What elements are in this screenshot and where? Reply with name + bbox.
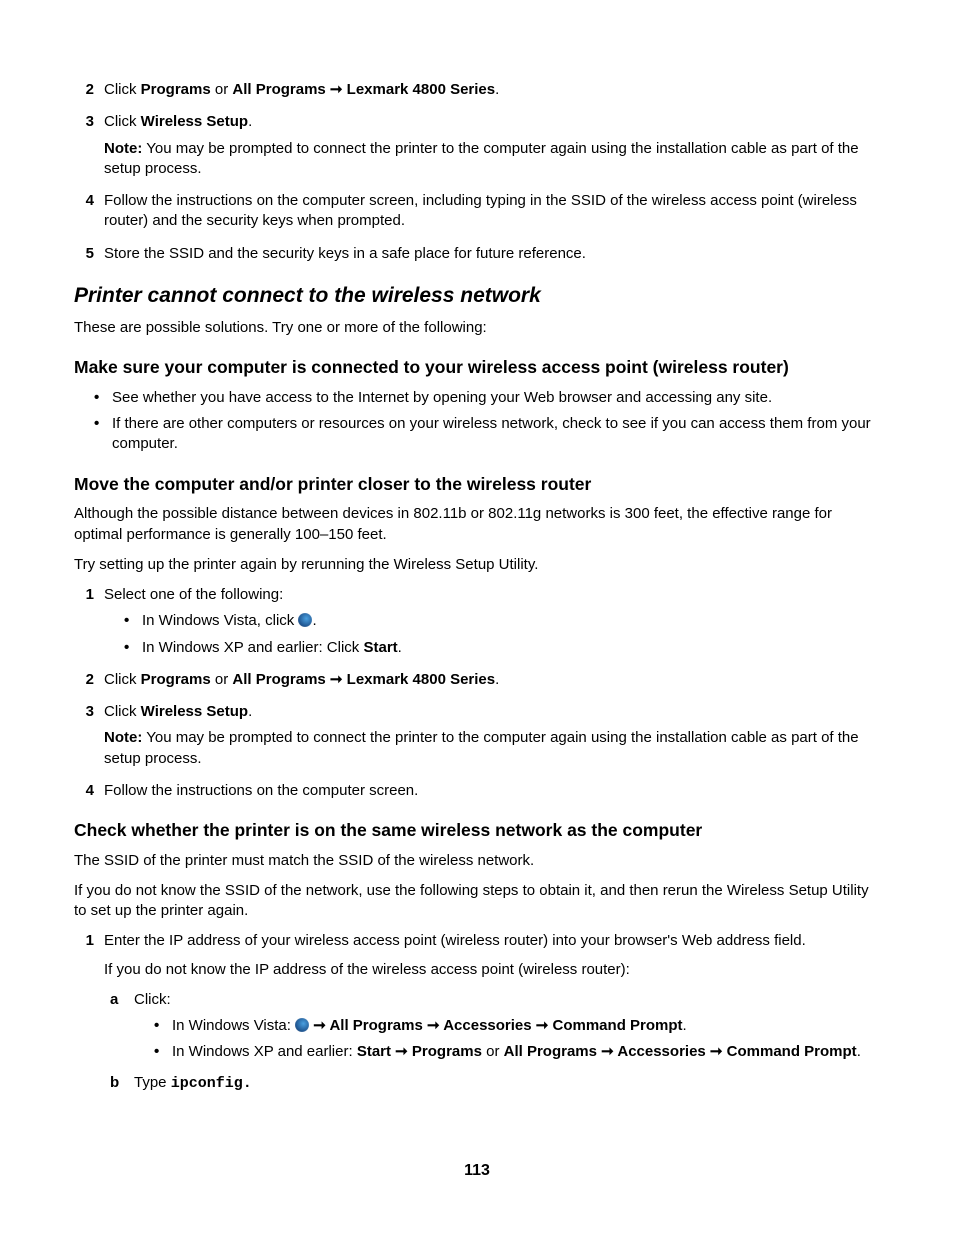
step-marker: 4 <box>80 191 94 211</box>
step-text: Enter the IP address of your wireless ac… <box>104 932 806 949</box>
check-step-list: 1 Enter the IP address of your wireless … <box>74 931 880 1094</box>
step-3: 3 Click Wireless Setup. Note: You may be… <box>74 112 880 179</box>
step-text: Click Programs or All Programs ➞ Lexmark… <box>104 671 499 688</box>
windows-vista-icon <box>295 1018 309 1032</box>
step-marker: 3 <box>80 702 94 722</box>
step-4: 4 Follow the instructions on the compute… <box>74 191 880 232</box>
os-bullets: In Windows Vista: ➞ All Programs ➞ Acces… <box>154 1016 880 1063</box>
step-text: Select one of the following: <box>104 586 283 603</box>
step-text: Click Wireless Setup. <box>104 113 252 130</box>
note: Note: You may be prompted to connect the… <box>104 728 880 769</box>
list-item: If there are other computers or resource… <box>94 414 880 455</box>
step-text: Follow the instructions on the computer … <box>104 192 857 229</box>
step-1: 1 Enter the IP address of your wireless … <box>74 931 880 1094</box>
step-marker: 1 <box>80 931 94 951</box>
list-item: In Windows XP and earlier: Start ➞ Progr… <box>154 1042 880 1062</box>
document-page: 2 Click Programs or All Programs ➞ Lexma… <box>0 0 954 1094</box>
step-text: Follow the instructions on the computer … <box>104 782 418 799</box>
step-2: 2 Click Programs or All Programs ➞ Lexma… <box>74 80 880 100</box>
list-item: See whether you have access to the Inter… <box>94 388 880 408</box>
step-2: 2 Click Programs or All Programs ➞ Lexma… <box>74 670 880 690</box>
check-paragraph-1: The SSID of the printer must match the S… <box>74 851 880 871</box>
step-marker: 3 <box>80 112 94 132</box>
page-number: 113 <box>0 1162 954 1180</box>
list-item: In Windows Vista, click . <box>124 611 880 631</box>
alpha-list: a Click: In Windows Vista: ➞ All Program… <box>104 990 880 1094</box>
list-item: In Windows Vista: ➞ All Programs ➞ Acces… <box>154 1016 880 1036</box>
substep-a: a Click: In Windows Vista: ➞ All Program… <box>104 990 880 1063</box>
os-bullets: In Windows Vista, click . In Windows XP … <box>124 611 880 658</box>
subheading-make-sure: Make sure your computer is connected to … <box>74 356 880 380</box>
note: Note: You may be prompted to connect the… <box>104 139 880 180</box>
section-heading-printer-cannot: Printer cannot connect to the wireless n… <box>74 282 880 310</box>
list-item: In Windows XP and earlier: Click Start. <box>124 638 880 658</box>
check-paragraph-2: If you do not know the SSID of the netwo… <box>74 881 880 922</box>
move-paragraph-1: Although the possible distance between d… <box>74 504 880 545</box>
substep-marker: a <box>110 990 118 1010</box>
step-text: Click Wireless Setup. <box>104 703 252 720</box>
top-step-list: 2 Click Programs or All Programs ➞ Lexma… <box>74 80 880 264</box>
windows-vista-icon <box>298 613 312 627</box>
step-marker: 4 <box>80 781 94 801</box>
subheading-move: Move the computer and/or printer closer … <box>74 473 880 497</box>
substep-text: Type ipconfig. <box>134 1074 252 1091</box>
subheading-check: Check whether the printer is on the same… <box>74 819 880 843</box>
substep-b: b Type ipconfig. <box>104 1073 880 1094</box>
step-marker: 1 <box>80 585 94 605</box>
step-marker: 5 <box>80 244 94 264</box>
make-sure-bullets: See whether you have access to the Inter… <box>94 388 880 455</box>
step-marker: 2 <box>80 670 94 690</box>
step-note: If you do not know the IP address of the… <box>104 960 880 980</box>
step-text: Store the SSID and the security keys in … <box>104 245 586 262</box>
step-marker: 2 <box>80 80 94 100</box>
move-step-list: 1 Select one of the following: In Window… <box>74 585 880 801</box>
step-5: 5 Store the SSID and the security keys i… <box>74 244 880 264</box>
step-4: 4 Follow the instructions on the compute… <box>74 781 880 801</box>
substep-marker: b <box>110 1073 119 1093</box>
move-paragraph-2: Try setting up the printer again by reru… <box>74 555 880 575</box>
step-3: 3 Click Wireless Setup. Note: You may be… <box>74 702 880 769</box>
intro-text: These are possible solutions. Try one or… <box>74 318 880 338</box>
substep-text: Click: <box>134 991 171 1008</box>
step-text: Click Programs or All Programs ➞ Lexmark… <box>104 81 499 98</box>
step-1: 1 Select one of the following: In Window… <box>74 585 880 658</box>
